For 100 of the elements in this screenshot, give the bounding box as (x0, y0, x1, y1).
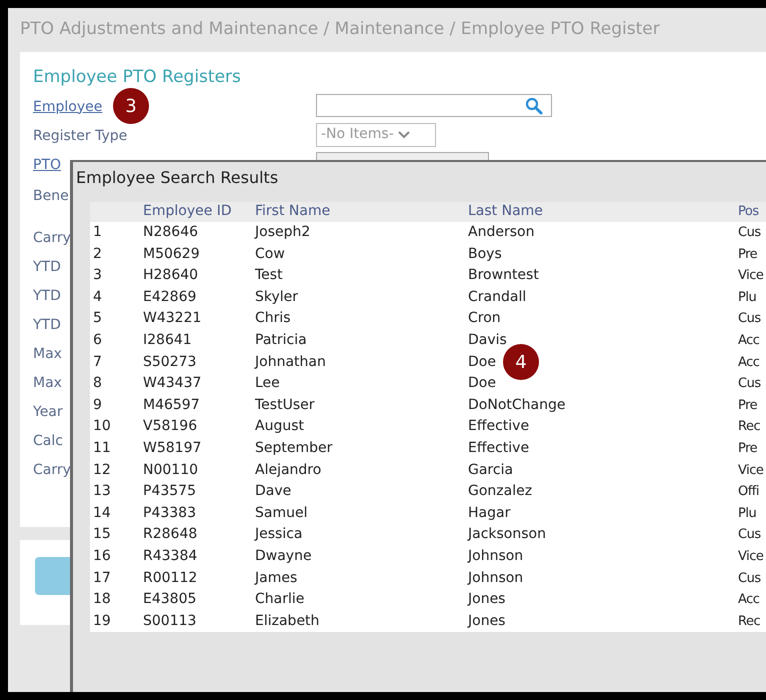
table-cell: R28648 (143, 526, 198, 542)
breadcrumb: PTO Adjustments and Maintenance / Maintenance / Employee PTO Register (20, 18, 660, 42)
table-cell: 11 (93, 440, 111, 456)
table-cell: P43383 (143, 504, 196, 521)
table-cell: Samuel (255, 504, 308, 521)
table-cell: 13 (93, 483, 111, 500)
table-cell: Crandall (468, 288, 526, 305)
table-cell: W58197 (143, 440, 202, 456)
table-cell: Effective (468, 418, 530, 434)
table-cell: N00110 (143, 462, 198, 478)
table-cell: Vice (738, 548, 764, 564)
search-icon (525, 96, 543, 114)
field-label: Year (33, 404, 63, 420)
table-cell: Boys (468, 246, 502, 262)
table-cell: R43384 (143, 548, 198, 564)
table-cell: 15 (93, 526, 111, 542)
table-cell: Cus (738, 527, 761, 542)
search-field[interactable] (316, 94, 552, 117)
table-cell: W43437 (143, 375, 202, 392)
column-header[interactable]: First Name (255, 203, 330, 220)
table-cell: Garcia (468, 462, 514, 478)
table-cell: 6 (93, 332, 102, 348)
table-cell: Cus (738, 225, 761, 240)
table-cell: TestUser (255, 396, 314, 413)
table-cell: Doe (468, 354, 496, 370)
table-cell: Hagar (468, 504, 510, 521)
table-cell: Johnson (468, 548, 524, 564)
table-cell: Rec (738, 614, 760, 629)
table-cell: Gonzalez (468, 483, 532, 500)
table-cell: Cow (255, 246, 285, 262)
table-cell: Alejandro (255, 462, 322, 478)
field-link[interactable]: Employee (33, 98, 102, 114)
table-cell: 5 (93, 310, 102, 326)
field-label: Max (33, 346, 62, 362)
table-cell: Cus (738, 570, 761, 586)
table-cell: Skyler (255, 288, 298, 305)
table-cell: Plu (738, 506, 756, 521)
table-cell: R00112 (143, 570, 198, 586)
table-cell: September (255, 440, 332, 456)
table-cell: Plu (738, 290, 756, 305)
field-label: YTD (33, 258, 61, 274)
table-cell: 10 (93, 418, 111, 434)
table-cell: P43575 (143, 483, 196, 500)
table-cell: Acc (738, 332, 760, 348)
table-cell: H28640 (143, 267, 198, 284)
table-cell: N28646 (143, 224, 198, 240)
field-label: Max (33, 374, 62, 390)
form-title: Employee PTO Registers (33, 66, 242, 88)
table-cell: 3 (93, 267, 102, 284)
table-cell: Acc (738, 354, 760, 370)
table-cell: 8 (93, 375, 102, 392)
table-cell: Cus (738, 311, 761, 326)
table-cell: 17 (93, 570, 111, 586)
table-cell: James (255, 570, 298, 586)
field-link[interactable]: PTO (33, 156, 62, 172)
table-cell: S00113 (143, 612, 196, 629)
table-cell: Vice (738, 462, 764, 478)
column-header[interactable]: Employee ID (143, 203, 232, 220)
field-label: Bene (33, 188, 69, 204)
field-label: Carry (33, 462, 71, 478)
field-label: Carry (33, 230, 71, 246)
table-cell: 12 (93, 462, 111, 478)
table-cell: Pre (738, 440, 758, 456)
table-cell: Doe (468, 375, 496, 392)
table-cell: Test (255, 267, 283, 284)
table-cell: Dave (255, 483, 292, 500)
field-label: YTD (33, 288, 61, 304)
table-cell: 9 (93, 396, 102, 413)
table-cell: Elizabeth (255, 612, 320, 629)
table-cell: Jessica (255, 526, 302, 542)
table-cell: 7 (93, 354, 102, 370)
table-cell: S50273 (143, 354, 196, 370)
table-cell: Johnson (468, 570, 524, 586)
column-header[interactable]: Last Name (468, 203, 543, 220)
table-cell: 14 (93, 504, 111, 521)
table-cell: DoNotChange (468, 396, 566, 413)
table-cell: Dwayne (255, 548, 312, 564)
table-cell: Patricia (255, 332, 307, 348)
table-cell: 1 (93, 224, 102, 240)
table-cell: 18 (93, 591, 111, 608)
table-cell: Jones (468, 591, 506, 608)
chevron-down-icon (398, 130, 410, 138)
table-cell: E43805 (143, 591, 196, 608)
table-cell: M50629 (143, 246, 200, 262)
table-cell: Vice (738, 268, 764, 284)
table-cell: 2 (93, 246, 102, 262)
column-header[interactable]: Pos (738, 204, 759, 220)
table-cell: I28641 (143, 332, 192, 348)
table-cell: Pre (738, 246, 758, 262)
table-cell: Jones (468, 612, 506, 629)
table-cell: August (255, 418, 304, 434)
table-cell: Chris (255, 310, 291, 326)
table-cell: Acc (738, 592, 760, 608)
table-cell: Rec (738, 419, 760, 434)
table-cell: Cron (468, 310, 501, 326)
table-cell: Pre (738, 398, 758, 413)
table-cell: Charlie (255, 591, 304, 608)
table-cell: V58196 (143, 418, 198, 434)
field-label: YTD (33, 316, 61, 332)
dialog-title: Employee Search Results (76, 167, 278, 189)
